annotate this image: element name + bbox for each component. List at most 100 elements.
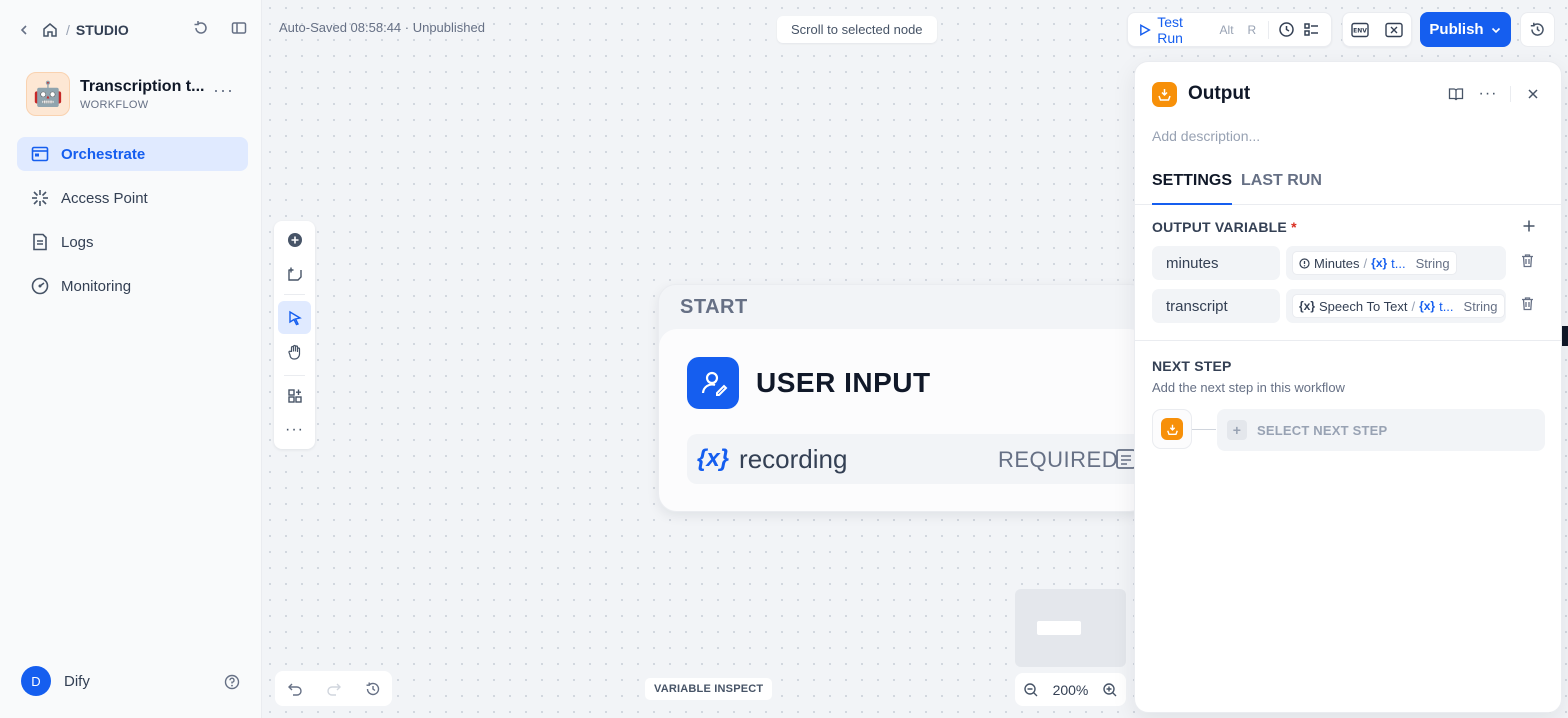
- divider: [1135, 340, 1561, 341]
- organize-blocks-icon[interactable]: [278, 379, 311, 412]
- book-icon[interactable]: [1446, 84, 1466, 104]
- variable-name-input[interactable]: minutes: [1152, 246, 1280, 280]
- divider: [1268, 20, 1270, 39]
- history-icon[interactable]: [363, 679, 383, 699]
- variable-inspect-button[interactable]: VARIABLE INSPECT: [645, 678, 773, 700]
- chevron-left-icon[interactable]: [14, 20, 34, 40]
- monitoring-icon: [31, 277, 49, 295]
- sidebar-item-label: Monitoring: [61, 277, 132, 295]
- breadcrumb-studio[interactable]: STUDIO: [76, 22, 129, 38]
- trash-icon[interactable]: [1520, 253, 1535, 273]
- start-node[interactable]: START USER INPUT {x} recording REQUIRED: [658, 284, 1148, 512]
- add-note-icon[interactable]: [278, 257, 311, 290]
- undo-redo-group: [275, 671, 392, 706]
- variable-name: recording: [739, 443, 848, 474]
- env-icon[interactable]: ENV: [1350, 20, 1370, 40]
- more-icon[interactable]: ···: [278, 413, 311, 446]
- more-icon[interactable]: ···: [1478, 84, 1498, 104]
- next-step-title: NEXT STEP: [1152, 358, 1232, 374]
- pointer-icon[interactable]: [278, 301, 311, 334]
- sidebar-item-orchestrate[interactable]: Orchestrate: [17, 137, 248, 171]
- variable-symbol-icon: {x}: [1371, 256, 1388, 270]
- redo-icon[interactable]: [324, 679, 344, 699]
- next-step-subtitle: Add the next step in this workflow: [1152, 380, 1345, 395]
- shortcut-key: R: [1247, 22, 1257, 37]
- variable-ref: t...: [1391, 255, 1406, 271]
- breadcrumb: / STUDIO: [14, 16, 129, 44]
- canvas-toolbar: ···: [274, 221, 315, 449]
- required-badge: REQUIRED: [998, 447, 1119, 472]
- test-run-label: Test Run: [1157, 13, 1183, 46]
- minimap[interactable]: [1015, 589, 1126, 667]
- autosave-status: Auto-Saved 08:58:44 · Unpublished: [279, 20, 485, 35]
- hand-icon[interactable]: [278, 335, 311, 368]
- version-history-button[interactable]: [1520, 12, 1555, 47]
- add-node-icon[interactable]: [278, 223, 311, 256]
- output-icon: [1166, 424, 1178, 435]
- access-point-icon: [32, 190, 48, 206]
- tab-settings[interactable]: SETTINGS: [1152, 172, 1233, 205]
- output-variable-row: minutes Minutes / {x} t... String: [1152, 246, 1546, 280]
- required-mark: *: [1291, 219, 1297, 235]
- checklist-icon[interactable]: [1302, 20, 1321, 40]
- trash-icon[interactable]: [1520, 296, 1535, 316]
- chevron-down-icon: [1491, 27, 1500, 33]
- zoom-in-icon[interactable]: [1100, 680, 1120, 700]
- sidebar-nav: Orchestrate Access Point Logs Monitoring: [17, 137, 248, 313]
- canvas-edge-node: [1562, 326, 1568, 346]
- zoom-out-icon[interactable]: [1021, 680, 1041, 700]
- close-icon[interactable]: [1523, 84, 1543, 104]
- description-input[interactable]: Add description...: [1152, 128, 1260, 144]
- run-history-icon[interactable]: [1277, 20, 1296, 40]
- scroll-to-selected-button[interactable]: Scroll to selected node: [777, 16, 937, 43]
- plus-icon: +: [1227, 420, 1247, 440]
- test-run-button[interactable]: Test Run Alt R: [1127, 12, 1332, 47]
- start-node-body: USER INPUT {x} recording REQUIRED: [659, 329, 1147, 511]
- input-variable-row[interactable]: {x} recording REQUIRED: [687, 434, 1147, 484]
- publish-button[interactable]: Publish: [1420, 12, 1511, 47]
- shortcut-key: Alt: [1219, 22, 1234, 37]
- sidebar-item-monitoring[interactable]: Monitoring: [17, 269, 248, 303]
- variable-type: String: [1415, 255, 1450, 271]
- user-name: Dify: [64, 672, 90, 690]
- sidebar-item-label: Orchestrate: [61, 145, 146, 163]
- variable-selector[interactable]: {x} Speech To Text / {x} t... String: [1286, 289, 1506, 323]
- more-icon[interactable]: ···: [213, 80, 234, 101]
- separator: /: [1411, 298, 1416, 314]
- robot-icon: 🤖: [26, 72, 70, 116]
- output-node-icon: [1152, 82, 1177, 107]
- variable-type: String: [1463, 298, 1498, 314]
- undo-icon[interactable]: [285, 679, 305, 699]
- source-node: Minutes: [1314, 255, 1360, 271]
- sidebar-toggle-icon[interactable]: [229, 18, 249, 38]
- divider: [284, 375, 305, 376]
- variable-selector[interactable]: Minutes / {x} t... String: [1286, 246, 1506, 280]
- sidebar-item-label: Access Point: [61, 189, 148, 207]
- tab-last-run[interactable]: LAST RUN: [1241, 172, 1322, 205]
- publish-label: Publish: [1429, 21, 1484, 38]
- breadcrumb-separator: /: [66, 22, 70, 38]
- output-variable-row: transcript {x} Speech To Text / {x} t...…: [1152, 289, 1546, 323]
- add-variable-icon[interactable]: [1519, 216, 1539, 236]
- sidebar-item-access-point[interactable]: Access Point: [17, 181, 248, 215]
- sidebar-item-label: Logs: [61, 233, 94, 251]
- separator: /: [1363, 255, 1368, 271]
- variable-icon[interactable]: [1384, 20, 1404, 40]
- logs-icon: [33, 233, 47, 251]
- history-icon: [1530, 22, 1544, 36]
- user-menu[interactable]: D Dify: [21, 666, 90, 696]
- start-node-header: START: [680, 295, 748, 318]
- help-icon[interactable]: [222, 672, 242, 692]
- panel-title[interactable]: Output: [1188, 83, 1250, 105]
- variable-ref: t...: [1439, 298, 1454, 314]
- orchestrate-icon: [31, 146, 49, 162]
- app-info[interactable]: 🤖 Transcription t... WORKFLOW ···: [26, 72, 246, 116]
- home-icon[interactable]: [40, 20, 60, 40]
- sidebar-item-logs[interactable]: Logs: [17, 225, 248, 259]
- refresh-icon[interactable]: [191, 18, 211, 38]
- variable-name-input[interactable]: transcript: [1152, 289, 1280, 323]
- zoom-level[interactable]: 200%: [1053, 682, 1089, 698]
- divider: [284, 294, 305, 295]
- select-next-step-button[interactable]: + SELECT NEXT STEP: [1217, 409, 1545, 451]
- zoom-control: 200%: [1015, 673, 1126, 706]
